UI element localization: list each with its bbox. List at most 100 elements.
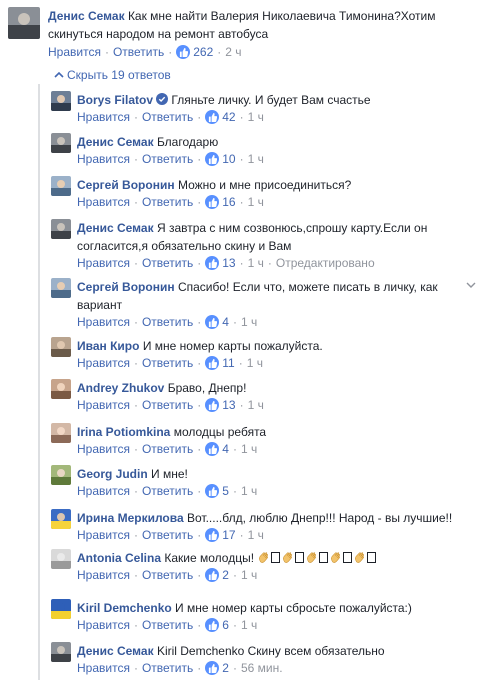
- avatar[interactable]: [51, 278, 71, 298]
- comment-author[interactable]: Денис Семак: [77, 135, 154, 149]
- comment-author[interactable]: Ирина Меркилова: [77, 511, 184, 525]
- comment-text: Какие молодцы!: [164, 551, 255, 565]
- avatar[interactable]: [51, 176, 71, 196]
- avatar[interactable]: [51, 91, 71, 111]
- avatar[interactable]: [8, 7, 40, 39]
- avatar[interactable]: [51, 549, 71, 569]
- verified-badge-icon: [156, 93, 169, 105]
- comment-author[interactable]: Georg Judin: [77, 467, 148, 481]
- like-button[interactable]: Нравится: [77, 527, 130, 543]
- timestamp[interactable]: 1 ч: [241, 567, 257, 583]
- comment-text: Браво, Днепр!: [167, 381, 247, 395]
- reply-button[interactable]: Ответить: [142, 660, 193, 676]
- like-count[interactable]: 10: [222, 151, 235, 167]
- reply-comment: Иван Киро И мне номер карты пожалуйста. Н…: [51, 337, 471, 371]
- like-count[interactable]: 16: [222, 194, 235, 210]
- like-button[interactable]: Нравится: [48, 44, 101, 60]
- like-count[interactable]: 4: [222, 314, 229, 330]
- thumbs-up-icon: [205, 152, 220, 166]
- comment-author[interactable]: Сергей Воронин: [77, 280, 175, 294]
- like-button[interactable]: Нравится: [77, 355, 130, 371]
- comment-author[interactable]: Сергей Воронин: [77, 178, 175, 192]
- comment-author[interactable]: Irina Potiomkina: [77, 425, 170, 439]
- reply-button[interactable]: Ответить: [113, 44, 164, 60]
- hide-replies-link[interactable]: Скрыть 19 ответов: [54, 67, 171, 83]
- top-comment: Денис Семак Как мне найти Валерия Никола…: [8, 7, 476, 60]
- like-button[interactable]: Нравится: [77, 314, 130, 330]
- comment-author[interactable]: Andrey Zhukov: [77, 381, 164, 395]
- thumbs-up-icon: [205, 398, 220, 412]
- reply-button[interactable]: Ответить: [142, 151, 193, 167]
- timestamp[interactable]: 1 ч: [248, 194, 264, 210]
- unknown-glyph-box: [271, 552, 281, 563]
- avatar[interactable]: [51, 379, 71, 399]
- avatar[interactable]: [51, 599, 71, 619]
- timestamp[interactable]: 1 ч: [241, 314, 257, 330]
- like-count[interactable]: 13: [222, 397, 235, 413]
- hide-replies-label[interactable]: Скрыть 19 ответов: [67, 68, 171, 82]
- like-count[interactable]: 11: [222, 355, 234, 371]
- reply-button[interactable]: Ответить: [142, 527, 193, 543]
- avatar[interactable]: [51, 133, 71, 153]
- timestamp[interactable]: 1 ч: [247, 355, 263, 371]
- timestamp[interactable]: 56 мин.: [241, 660, 283, 676]
- reply-button[interactable]: Ответить: [142, 441, 193, 457]
- like-button[interactable]: Нравится: [77, 660, 130, 676]
- reply-button[interactable]: Ответить: [142, 255, 193, 271]
- like-button[interactable]: Нравится: [77, 567, 130, 583]
- like-count[interactable]: 262: [193, 44, 213, 60]
- avatar[interactable]: [51, 219, 71, 239]
- like-count[interactable]: 17: [222, 527, 235, 543]
- like-count[interactable]: 2: [222, 567, 229, 583]
- comment-author[interactable]: Денис Семак: [48, 9, 125, 23]
- clapping-hands-icon: [257, 551, 270, 565]
- timestamp[interactable]: 1 ч: [241, 441, 257, 457]
- timestamp[interactable]: 1 ч: [241, 483, 257, 499]
- avatar[interactable]: [51, 337, 71, 357]
- timestamp[interactable]: 1 ч: [248, 151, 264, 167]
- timestamp[interactable]: 1 ч: [241, 617, 257, 633]
- comment-author[interactable]: Иван Киро: [77, 339, 139, 353]
- reply-button[interactable]: Ответить: [142, 483, 193, 499]
- comment-author[interactable]: Денис Семак: [77, 644, 154, 658]
- comment-author[interactable]: Денис Семак: [77, 221, 154, 235]
- like-count[interactable]: 4: [222, 441, 229, 457]
- comment-text: Гляньте личку. И будет Вам счастье: [171, 93, 371, 107]
- timestamp[interactable]: 2 ч: [225, 44, 241, 60]
- like-button[interactable]: Нравится: [77, 255, 130, 271]
- comment-text: Можно и мне присоединиться?: [177, 178, 352, 192]
- reply-button[interactable]: Ответить: [142, 567, 193, 583]
- reply-button[interactable]: Ответить: [142, 314, 193, 330]
- like-button[interactable]: Нравится: [77, 151, 130, 167]
- like-count[interactable]: 42: [222, 109, 235, 125]
- avatar[interactable]: [51, 465, 71, 485]
- like-button[interactable]: Нравится: [77, 194, 130, 210]
- like-count[interactable]: 13: [222, 255, 235, 271]
- like-count[interactable]: 6: [222, 617, 229, 633]
- like-count[interactable]: 2: [222, 660, 229, 676]
- like-button[interactable]: Нравится: [77, 109, 130, 125]
- reply-button[interactable]: Ответить: [142, 109, 193, 125]
- avatar[interactable]: [51, 509, 71, 529]
- reply-button[interactable]: Ответить: [142, 355, 193, 371]
- comment-author[interactable]: Antonia Celina: [77, 551, 161, 565]
- comment-author[interactable]: Borys Filatov: [77, 93, 153, 107]
- reply-button[interactable]: Ответить: [142, 397, 193, 413]
- like-button[interactable]: Нравится: [77, 397, 130, 413]
- timestamp[interactable]: 1 ч: [248, 397, 264, 413]
- like-count[interactable]: 5: [222, 483, 229, 499]
- edited-label[interactable]: Отредактировано: [276, 255, 375, 271]
- avatar[interactable]: [51, 423, 71, 443]
- reply-button[interactable]: Ответить: [142, 194, 193, 210]
- avatar[interactable]: [51, 642, 71, 662]
- like-button[interactable]: Нравится: [77, 441, 130, 457]
- comment-author[interactable]: Kiril Demchenko: [77, 601, 172, 615]
- reply-button[interactable]: Ответить: [142, 617, 193, 633]
- timestamp[interactable]: 1 ч: [248, 109, 264, 125]
- reply-thread-line: [38, 84, 40, 680]
- like-button[interactable]: Нравится: [77, 483, 130, 499]
- like-button[interactable]: Нравится: [77, 617, 130, 633]
- thumbs-up-icon: [205, 110, 220, 124]
- timestamp[interactable]: 1 ч: [248, 255, 264, 271]
- timestamp[interactable]: 1 ч: [248, 527, 264, 543]
